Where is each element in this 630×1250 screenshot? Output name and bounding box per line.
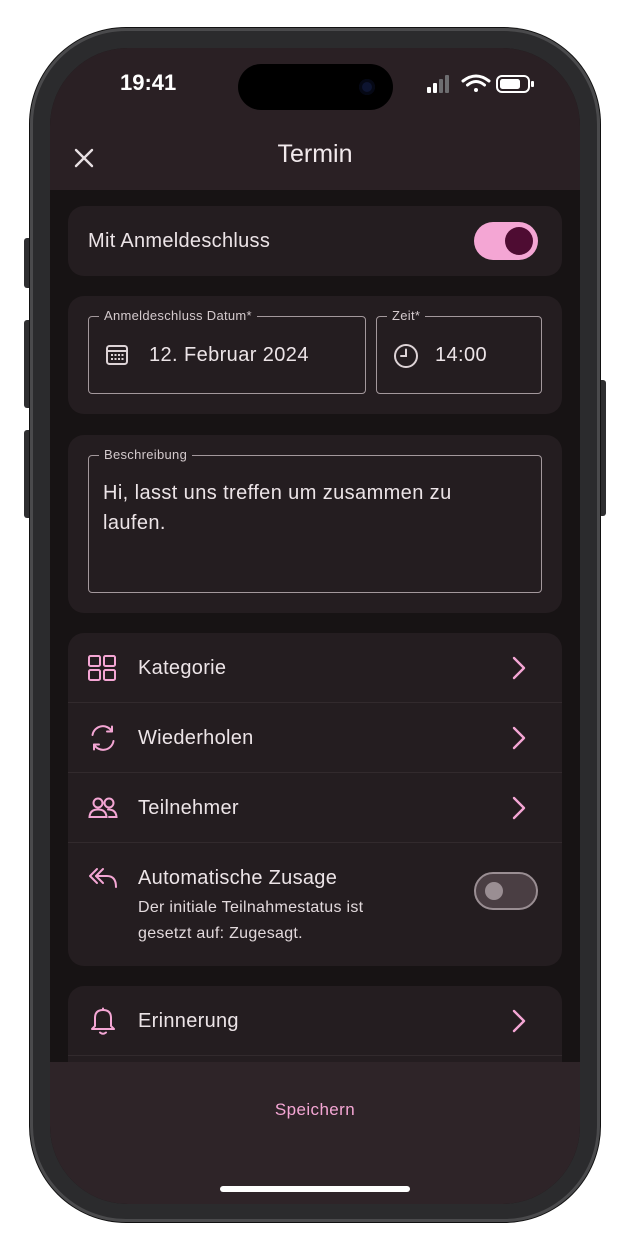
category-grid-icon bbox=[88, 655, 116, 681]
deadline-toggle-card: Mit Anmeldeschluss bbox=[68, 206, 562, 276]
switch-knob bbox=[505, 227, 533, 255]
clock-icon bbox=[394, 344, 418, 368]
deadline-card: Anmeldeschluss Datum* 12. Februar 2024 Z… bbox=[68, 296, 562, 414]
dynamic-island bbox=[238, 64, 393, 110]
page-title: Termin bbox=[277, 140, 353, 168]
home-indicator bbox=[220, 1186, 410, 1192]
description-card: Beschreibung Hi, lasst uns treffen um zu… bbox=[68, 435, 562, 613]
divider bbox=[68, 1055, 562, 1056]
signal-icon bbox=[427, 75, 449, 93]
status-time: 19:41 bbox=[120, 70, 177, 95]
auto-accept-label: Automatische Zusage bbox=[138, 867, 338, 889]
category-row[interactable]: Kategorie bbox=[68, 633, 562, 703]
deadline-date-value: 12. Februar 2024 bbox=[149, 344, 309, 366]
screen: 19:41 Termin Mit Anmeldeschluss Anmeldes… bbox=[50, 48, 580, 1204]
camera-icon bbox=[359, 79, 375, 95]
description-field[interactable]: Beschreibung Hi, lasst uns treffen um zu… bbox=[88, 447, 542, 593]
reminder-row[interactable]: Erinnerung bbox=[68, 986, 562, 1056]
description-line-2: laufen. bbox=[103, 512, 166, 534]
deadline-toggle-label: Mit Anmeldeschluss bbox=[88, 230, 271, 252]
description-line-1: Hi, lasst uns treffen um zusammen zu bbox=[103, 482, 452, 504]
app-bar: Termin bbox=[50, 128, 580, 190]
auto-accept-switch[interactable] bbox=[474, 872, 538, 910]
repeat-icon bbox=[91, 725, 115, 751]
save-button[interactable]: Speichern bbox=[50, 1100, 580, 1120]
bell-icon bbox=[91, 1007, 115, 1035]
repeat-row[interactable]: Wiederholen bbox=[68, 703, 562, 773]
participants-label: Teilnehmer bbox=[138, 797, 239, 819]
calendar-icon bbox=[106, 345, 128, 365]
deadline-time-value: 14:00 bbox=[435, 344, 488, 366]
switch-knob bbox=[485, 882, 503, 900]
status-icons bbox=[427, 72, 537, 96]
auto-accept-desc-line-1: Der initiale Teilnahmestatus ist bbox=[138, 899, 364, 916]
chevron-right-icon bbox=[512, 796, 526, 820]
deadline-date-field[interactable]: Anmeldeschluss Datum* 12. Februar 2024 bbox=[88, 308, 366, 394]
battery-icon bbox=[496, 75, 534, 93]
auto-accept-desc-line-2: gesetzt auf: Zugesagt. bbox=[138, 925, 303, 942]
deadline-time-label: Zeit* bbox=[387, 308, 426, 324]
auto-accept-row: Automatische Zusage Der initiale Teilnah… bbox=[68, 843, 562, 966]
wifi-icon bbox=[461, 74, 491, 92]
reply-all-icon bbox=[89, 868, 117, 888]
bottom-bar: Speichern bbox=[50, 1062, 580, 1204]
participants-icon bbox=[88, 797, 118, 818]
chevron-right-icon bbox=[512, 726, 526, 750]
options-card: Kategorie Wiederholen Teilnehmer Automat… bbox=[68, 633, 562, 966]
chevron-right-icon bbox=[512, 1009, 526, 1033]
deadline-time-field[interactable]: Zeit* 14:00 bbox=[376, 308, 542, 394]
reminder-label: Erinnerung bbox=[138, 1010, 239, 1032]
chevron-right-icon bbox=[512, 656, 526, 680]
status-bar: 19:41 bbox=[50, 48, 580, 128]
category-label: Kategorie bbox=[138, 657, 227, 679]
deadline-date-label: Anmeldeschluss Datum* bbox=[99, 308, 257, 324]
description-label: Beschreibung bbox=[99, 447, 193, 463]
repeat-label: Wiederholen bbox=[138, 727, 254, 749]
deadline-toggle-switch[interactable] bbox=[474, 222, 538, 260]
participants-row[interactable]: Teilnehmer bbox=[68, 773, 562, 843]
